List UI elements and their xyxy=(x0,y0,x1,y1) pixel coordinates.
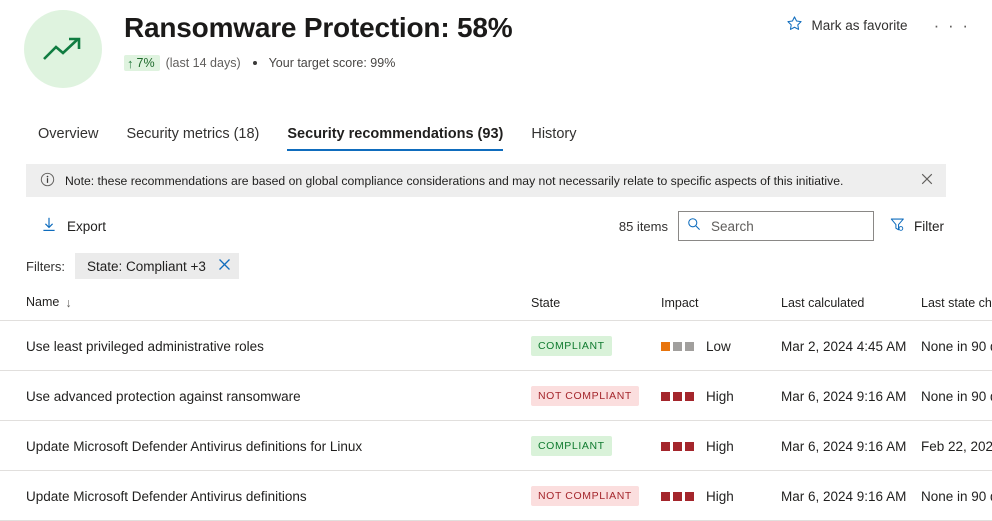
impact-label: High xyxy=(706,389,734,404)
score-delta-badge: ↑ 7% xyxy=(124,55,160,71)
more-options-button[interactable]: · · · xyxy=(930,15,974,36)
cell-last-state-change: None in 90 d xyxy=(921,471,992,521)
command-bar-right: 85 items Filter xyxy=(619,211,946,241)
impact-indicator xyxy=(661,342,697,351)
filter-label: Filter xyxy=(914,219,944,234)
tab-history[interactable]: History xyxy=(531,126,576,151)
filters-label: Filters: xyxy=(26,259,65,274)
filter-chip-state[interactable]: State: Compliant +3 xyxy=(75,253,239,279)
filter-button[interactable]: Filter xyxy=(888,213,946,239)
table-header-row: Name ↓ State Impact Last calculated Last … xyxy=(0,295,992,321)
column-header-name-label: Name xyxy=(26,295,59,309)
impact-label: Low xyxy=(706,339,731,354)
search-box[interactable] xyxy=(678,211,874,241)
cell-impact: High xyxy=(661,371,781,421)
status-badge: COMPLIANT xyxy=(531,436,612,456)
table-row[interactable]: Update Microsoft Defender Antivirus defi… xyxy=(0,471,992,521)
close-icon[interactable] xyxy=(218,258,231,274)
table-row[interactable]: Update Microsoft Defender Antivirus defi… xyxy=(0,421,992,471)
tab-security-recommendations[interactable]: Security recommendations (93) xyxy=(287,126,503,151)
impact-indicator xyxy=(661,442,697,451)
cell-name[interactable]: Update Microsoft Defender Antivirus defi… xyxy=(0,471,531,521)
recommendations-table: Name ↓ State Impact Last calculated Last … xyxy=(0,295,992,521)
cell-state: NOT COMPLIANT xyxy=(531,371,661,421)
search-input[interactable] xyxy=(709,218,865,235)
cell-state: COMPLIANT xyxy=(531,321,661,371)
column-header-state[interactable]: State xyxy=(531,295,661,321)
star-icon xyxy=(786,15,803,35)
close-icon[interactable] xyxy=(918,170,936,191)
search-icon xyxy=(687,217,701,236)
cell-state: NOT COMPLIANT xyxy=(531,471,661,521)
sort-descending-icon: ↓ xyxy=(65,296,71,310)
arrow-up-icon: ↑ xyxy=(127,57,134,70)
page-title: Ransomware Protection: 58% xyxy=(124,10,512,46)
column-header-last-calculated[interactable]: Last calculated xyxy=(781,295,921,321)
score-delta-period: (last 14 days) xyxy=(166,56,241,70)
download-icon xyxy=(42,217,56,235)
tab-overview[interactable]: Overview xyxy=(38,126,98,151)
table-body: Use least privileged administrative role… xyxy=(0,321,992,521)
filters-row: Filters: State: Compliant +3 xyxy=(26,251,992,281)
score-delta-value: 7% xyxy=(137,56,155,70)
column-header-last-state-change[interactable]: Last state cha xyxy=(921,295,992,321)
command-bar: Export 85 items Filter xyxy=(26,205,946,247)
status-badge: NOT COMPLIANT xyxy=(531,486,639,506)
cell-last-calculated: Mar 6, 2024 9:16 AM xyxy=(781,471,921,521)
cell-name[interactable]: Use advanced protection against ransomwa… xyxy=(0,371,531,421)
tab-bar: Overview Security metrics (18) Security … xyxy=(0,105,992,151)
mark-as-favorite-button[interactable]: Mark as favorite xyxy=(782,12,912,38)
mark-as-favorite-label: Mark as favorite xyxy=(812,18,908,33)
cell-last-calculated: Mar 6, 2024 9:16 AM xyxy=(781,421,921,471)
cell-last-state-change: Feb 22, 2024 xyxy=(921,421,992,471)
header-actions: Mark as favorite · · · xyxy=(782,12,974,38)
cell-name[interactable]: Update Microsoft Defender Antivirus defi… xyxy=(0,421,531,471)
info-banner-text: Note: these recommendations are based on… xyxy=(65,174,918,188)
cell-name[interactable]: Use least privileged administrative role… xyxy=(0,321,531,371)
export-label: Export xyxy=(67,219,106,234)
info-banner: Note: these recommendations are based on… xyxy=(26,164,946,197)
cell-impact: Low xyxy=(661,321,781,371)
items-count: 85 items xyxy=(619,219,668,234)
page-header: Ransomware Protection: 58% ↑ 7% (last 14… xyxy=(0,0,992,95)
separator-dot xyxy=(253,61,257,65)
export-button[interactable]: Export xyxy=(26,213,114,239)
cell-state: COMPLIANT xyxy=(531,421,661,471)
cell-last-calculated: Mar 6, 2024 9:16 AM xyxy=(781,371,921,421)
table-row[interactable]: Use advanced protection against ransomwa… xyxy=(0,371,992,421)
target-score-text: Your target score: 99% xyxy=(269,56,396,70)
filter-chip-label: State: Compliant +3 xyxy=(87,259,206,274)
status-badge: NOT COMPLIANT xyxy=(531,386,639,406)
impact-label: High xyxy=(706,489,734,504)
cell-impact: High xyxy=(661,421,781,471)
info-icon xyxy=(40,172,55,190)
column-header-name[interactable]: Name ↓ xyxy=(0,295,531,321)
cell-last-calculated: Mar 2, 2024 4:45 AM xyxy=(781,321,921,371)
filter-icon xyxy=(890,217,905,235)
table-row[interactable]: Use least privileged administrative role… xyxy=(0,321,992,371)
cell-last-state-change: None in 90 d xyxy=(921,321,992,371)
impact-indicator xyxy=(661,392,697,401)
column-header-impact[interactable]: Impact xyxy=(661,295,781,321)
trending-up-icon xyxy=(24,10,102,88)
impact-label: High xyxy=(706,439,734,454)
cell-impact: High xyxy=(661,471,781,521)
cell-last-state-change: None in 90 d xyxy=(921,371,992,421)
tab-security-metrics[interactable]: Security metrics (18) xyxy=(126,126,259,151)
impact-indicator xyxy=(661,492,697,501)
score-subline: ↑ 7% (last 14 days) Your target score: 9… xyxy=(124,55,512,71)
status-badge: COMPLIANT xyxy=(531,336,612,356)
